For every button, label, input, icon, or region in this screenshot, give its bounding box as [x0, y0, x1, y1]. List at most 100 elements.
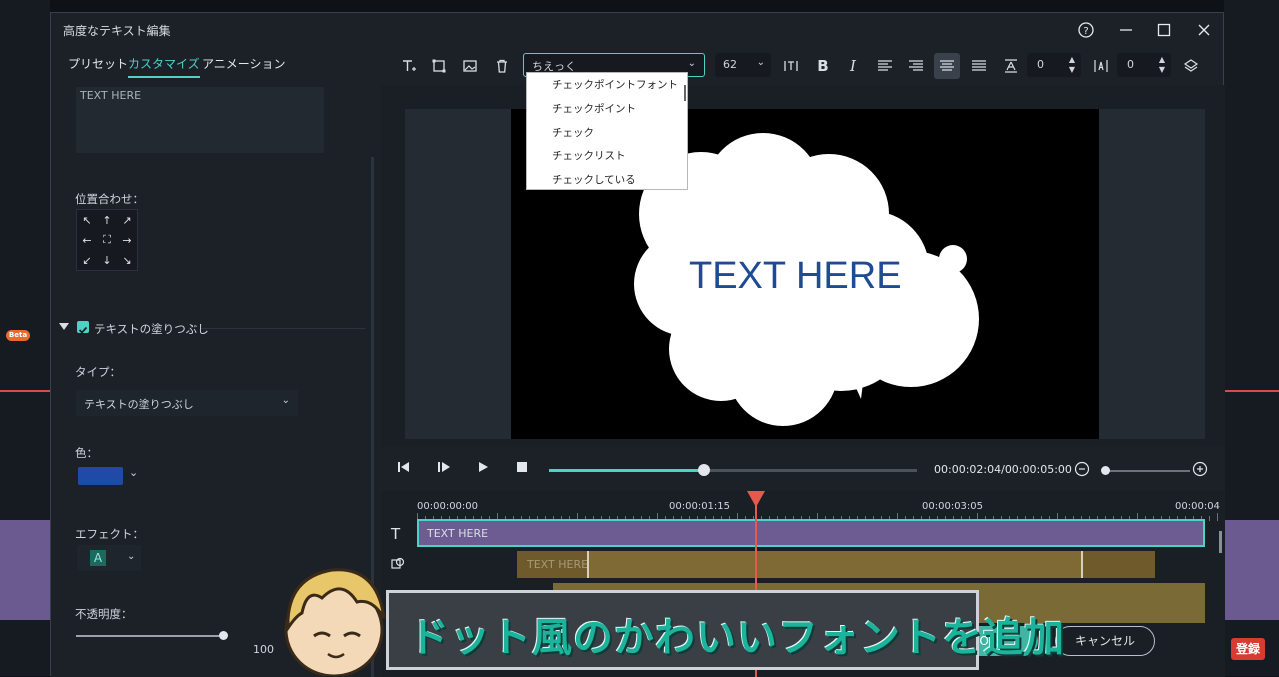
opacity-slider-knob[interactable]: [219, 631, 228, 640]
maximize-icon: [1157, 23, 1171, 37]
trash-icon[interactable]: [492, 57, 512, 75]
char-spacing-icon[interactable]: [1091, 57, 1111, 75]
text-toolbar: ちえっく ⌄ 62 ⌄ B I 0 ▲ ▼ 0 ▲ ▼: [381, 47, 1225, 85]
ruler-tick: [1217, 513, 1218, 521]
line-spacing-value: 0: [1037, 58, 1044, 71]
font-option[interactable]: チェック: [552, 125, 594, 140]
stop-icon[interactable]: [516, 461, 528, 477]
text-track-label: TEXT HERE: [427, 527, 489, 540]
title-bar: 高度なテキスト編集 ?: [51, 13, 1225, 47]
zoom-in-icon[interactable]: [1192, 461, 1208, 481]
tab-customize[interactable]: カスタマイズ: [128, 55, 200, 78]
font-option[interactable]: チェックしている: [552, 172, 636, 187]
maximize-button[interactable]: [1147, 17, 1181, 43]
stepper-icon[interactable]: ▲ ▼: [1069, 55, 1075, 75]
align-top-left-icon[interactable]: ↖: [77, 214, 97, 227]
char-spacing-value: 0: [1127, 58, 1134, 71]
beta-badge: Beta: [6, 330, 30, 341]
char-spacing-input[interactable]: 0 ▲ ▼: [1117, 53, 1171, 77]
spacing-icon[interactable]: [781, 57, 801, 75]
layers-icon[interactable]: [1181, 57, 1201, 75]
preview-text[interactable]: TEXT HERE: [689, 255, 902, 298]
caption-banner: ドット風のかわいいフォントを追加: [386, 590, 1064, 670]
justify-text-icon[interactable]: [969, 57, 989, 75]
tab-preset[interactable]: プリセット: [68, 55, 128, 72]
bold-icon[interactable]: B: [813, 57, 833, 75]
font-option[interactable]: チェックポイント: [552, 101, 636, 116]
align-top-icon[interactable]: ↑: [97, 214, 117, 227]
background-playhead-line-right: [1224, 390, 1279, 392]
line-spacing-icon[interactable]: [1001, 57, 1021, 75]
play-icon[interactable]: [477, 461, 489, 477]
align-right-icon[interactable]: →: [117, 234, 137, 247]
effect-select[interactable]: A ⌄: [77, 545, 141, 571]
zoom-slider-track[interactable]: [1102, 470, 1190, 472]
align-left-text-icon[interactable]: [875, 57, 895, 75]
zoom-out-icon[interactable]: [1074, 461, 1090, 481]
color-label: 色：: [75, 446, 98, 460]
text-track-icon: T: [391, 525, 401, 543]
line-spacing-input[interactable]: 0 ▲ ▼: [1027, 53, 1081, 77]
progress-knob[interactable]: [697, 464, 710, 476]
align-center-icon[interactable]: ⛶: [97, 233, 117, 247]
shape-track-selection[interactable]: [587, 551, 1083, 578]
align-bottom-icon[interactable]: ↓: [97, 254, 117, 267]
dialog-title: 高度なテキスト編集: [63, 24, 171, 38]
close-button[interactable]: [1187, 17, 1221, 43]
font-option[interactable]: チェックリスト: [552, 148, 626, 163]
help-button[interactable]: ?: [1069, 17, 1103, 43]
color-chevron-icon[interactable]: ⌄: [129, 466, 138, 479]
alignment-label: 位置合わせ：: [75, 192, 144, 206]
minimize-icon: [1120, 29, 1132, 31]
opacity-slider-track[interactable]: [76, 635, 224, 637]
type-select[interactable]: テキストの塗りつぶし ⌄: [76, 390, 298, 416]
dropdown-scrollbar[interactable]: [684, 85, 686, 101]
step-forward-icon[interactable]: [437, 461, 451, 477]
minimize-button[interactable]: [1109, 17, 1143, 43]
align-top-right-icon[interactable]: ↗: [117, 214, 137, 227]
font-size-value: 62: [723, 58, 737, 71]
zoom-slider-knob[interactable]: [1101, 466, 1110, 475]
text-add-icon[interactable]: [399, 57, 419, 75]
cancel-button[interactable]: キャンセル: [1055, 626, 1155, 656]
close-icon: [1198, 24, 1210, 36]
fill-section-label: テキストの塗りつぶし: [94, 322, 209, 336]
collapse-triangle-icon[interactable]: [59, 323, 69, 331]
font-dropdown-list: チェックポイントフォント チェックポイント チェック チェックリスト チェックし…: [526, 72, 688, 190]
fill-checkbox[interactable]: [77, 321, 89, 334]
section-divider: [201, 328, 365, 329]
help-icon: ?: [1078, 22, 1094, 38]
text-content-input[interactable]: TEXT HERE: [76, 87, 324, 153]
timeline-ruler[interactable]: 00:00:00:00 00:00:01:15 00:00:03:05 00:0…: [417, 501, 1220, 521]
font-size-select[interactable]: 62 ⌄: [715, 53, 771, 77]
effect-label: エフェクト：: [75, 527, 144, 541]
svg-text:?: ?: [1083, 26, 1088, 37]
effect-preview-icon: A: [90, 550, 106, 566]
chevron-down-icon: ⌄: [756, 57, 765, 68]
tab-animation[interactable]: アニメーション: [202, 55, 286, 72]
ruler-tick: [1209, 516, 1210, 521]
crop-icon[interactable]: [429, 57, 449, 75]
playback-bar: 00:00:02:04/00:00:05:00: [381, 447, 1225, 491]
stepper-icon[interactable]: ▲ ▼: [1159, 55, 1165, 75]
align-bottom-right-icon[interactable]: ↘: [117, 254, 137, 267]
step-back-icon[interactable]: [397, 461, 411, 477]
align-bottom-left-icon[interactable]: ↙: [77, 254, 97, 267]
align-right-text-icon[interactable]: [906, 57, 926, 75]
check-icon: [78, 326, 88, 334]
ruler-ticks: [417, 501, 1218, 521]
italic-icon[interactable]: I: [843, 57, 863, 75]
register-badge[interactable]: 登録: [1231, 638, 1265, 660]
color-swatch[interactable]: [78, 467, 123, 485]
timeline-scrollbar[interactable]: [1219, 531, 1222, 553]
chevron-down-icon: ⌄: [281, 395, 290, 406]
align-center-text-icon[interactable]: [934, 53, 960, 79]
text-track-clip[interactable]: TEXT HERE: [417, 519, 1205, 547]
image-icon[interactable]: [460, 57, 480, 75]
advanced-text-edit-dialog: 高度なテキスト編集 ? プリセット カスタマイズ アニメーション TEXT HE…: [50, 12, 1225, 677]
background-track: [0, 520, 50, 620]
alignment-grid: ↖ ↑ ↗ ← ⛶ → ↙ ↓ ↘: [76, 209, 138, 271]
font-option[interactable]: チェックポイントフォント: [552, 77, 678, 92]
chevron-down-icon: ⌄: [687, 58, 696, 69]
align-left-icon[interactable]: ←: [77, 234, 97, 247]
